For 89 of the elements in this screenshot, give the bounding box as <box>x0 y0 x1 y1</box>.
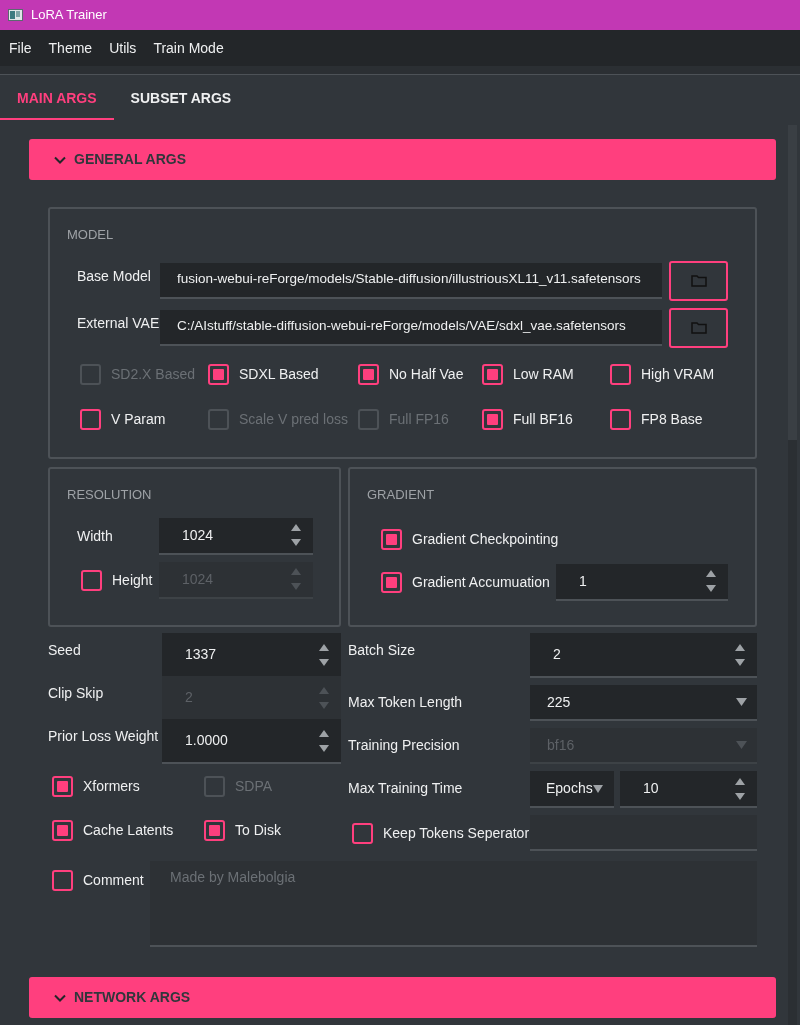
checkbox[interactable] <box>381 571 402 593</box>
caret-icon <box>736 698 747 706</box>
checkbox-label: Low RAM <box>513 364 574 384</box>
section-header[interactable]: GENERAL ARGS <box>29 139 776 180</box>
checkbox[interactable] <box>80 408 101 430</box>
checkbox-label: Full BF16 <box>513 409 573 429</box>
number-field[interactable]: 2 <box>530 633 757 678</box>
folder-icon <box>690 274 707 287</box>
checkbox[interactable] <box>610 363 631 385</box>
checkbox-label: SDPA <box>235 777 273 796</box>
number-field[interactable]: 1024 <box>159 517 313 555</box>
up-arrow-icon[interactable] <box>735 643 745 651</box>
checkbox-label: FP8 Base <box>641 409 703 429</box>
checkbox-label: Height <box>112 570 153 590</box>
menu-item[interactable]: Utils <box>109 37 137 59</box>
placeholder: Made by Malebolgia <box>170 869 296 885</box>
text-field[interactable] <box>530 815 757 851</box>
checkbox[interactable] <box>352 822 373 844</box>
up-arrow-icon[interactable] <box>319 643 329 651</box>
checkbox-label: SDXL Based <box>239 364 319 384</box>
tab[interactable]: MAIN ARGS <box>0 79 114 120</box>
checkbox-label: Cache Latents <box>83 821 174 840</box>
checkbox[interactable] <box>204 820 225 841</box>
number-field[interactable]: 1.0000 <box>162 719 341 764</box>
menu-item[interactable]: Train Mode <box>153 37 224 59</box>
up-arrow-icon[interactable] <box>735 777 745 785</box>
checkbox[interactable] <box>52 870 73 891</box>
checkbox[interactable] <box>52 820 73 841</box>
number-field[interactable]: 1337 <box>162 633 341 678</box>
down-arrow-icon[interactable] <box>735 658 745 666</box>
section-header[interactable]: NETWORK ARGS <box>29 977 776 1018</box>
checkbox-label: Gradient Accumuation <box>412 572 550 592</box>
menu-item[interactable]: Theme <box>48 37 93 59</box>
chevron-down-icon <box>54 155 66 164</box>
checkbox-label: V Param <box>111 409 166 429</box>
group-title: MODEL <box>67 226 115 244</box>
down-arrow-icon[interactable] <box>706 585 716 592</box>
field-label: Base Model <box>76 266 152 286</box>
checkbox-label: Full FP16 <box>389 409 449 429</box>
number-field[interactable]: 10 <box>620 771 757 808</box>
number-field[interactable]: 1 <box>556 563 728 601</box>
up-arrow-icon[interactable] <box>291 524 301 531</box>
down-arrow-icon[interactable] <box>291 539 301 546</box>
checkbox-label: Gradient Checkpointing <box>412 529 559 549</box>
checkbox-label: Xformers <box>83 777 140 796</box>
unit-dropdown[interactable]: Epochs <box>530 771 614 808</box>
checkbox-label: SD2.X Based <box>111 364 196 384</box>
group-title: GRADIENT <box>367 486 436 504</box>
down-arrow-icon[interactable] <box>319 744 329 752</box>
caret-icon <box>736 741 747 749</box>
checkbox-label: Scale V pred loss <box>239 409 348 429</box>
browse-button[interactable] <box>669 260 728 301</box>
field-label: Max Token Length <box>348 693 464 712</box>
field-label: Batch Size <box>348 641 416 660</box>
up-arrow-icon[interactable] <box>319 729 329 737</box>
checkbox-label: High VRAM <box>641 364 715 384</box>
checkbox-label: Keep Tokens Seperator <box>383 823 530 843</box>
checkbox[interactable] <box>208 363 229 385</box>
field-label: Prior Loss Weight <box>48 727 160 746</box>
field-label: Training Precision <box>348 736 461 755</box>
chevron-down-icon <box>54 993 66 1002</box>
path-field[interactable]: fusion-webui-reForge/models/Stable-diffusion/illustriousXL11_v11.safetensors <box>160 262 662 299</box>
field-label: Max Training Time <box>348 779 464 798</box>
tab[interactable]: SUBSET ARGS <box>113 79 249 120</box>
checkbox[interactable] <box>358 363 379 385</box>
field-label: External VAE <box>76 313 160 333</box>
dropdown[interactable]: 225 <box>530 685 757 721</box>
checkbox[interactable] <box>482 408 503 430</box>
caret-icon <box>592 784 603 793</box>
down-arrow-icon[interactable] <box>319 658 329 666</box>
field-label: Clip Skip <box>48 684 105 703</box>
field-label: Seed <box>48 641 82 660</box>
down-arrow-icon[interactable] <box>735 792 745 800</box>
checkbox-label: To Disk <box>235 821 281 840</box>
checkbox[interactable] <box>610 408 631 430</box>
up-arrow-icon[interactable] <box>706 570 716 577</box>
group-title: RESOLUTION <box>67 486 153 504</box>
field-label: Width <box>76 526 114 546</box>
checkbox-label: No Half Vae <box>389 364 464 384</box>
checkbox-label: Comment <box>83 871 144 890</box>
path-field[interactable]: C:/AIstuff/stable-diffusion-webui-reForge/models/VAE/sdxl_vae.safetensors <box>160 309 662 346</box>
checkbox[interactable] <box>381 528 402 550</box>
window-title: LoRA Trainer <box>31 6 107 25</box>
menu-item[interactable]: File <box>9 37 32 59</box>
checkbox[interactable] <box>52 776 73 797</box>
checkbox[interactable] <box>482 363 503 385</box>
browse-button[interactable] <box>669 307 728 348</box>
app-icon <box>8 9 23 21</box>
folder-icon <box>690 321 707 334</box>
